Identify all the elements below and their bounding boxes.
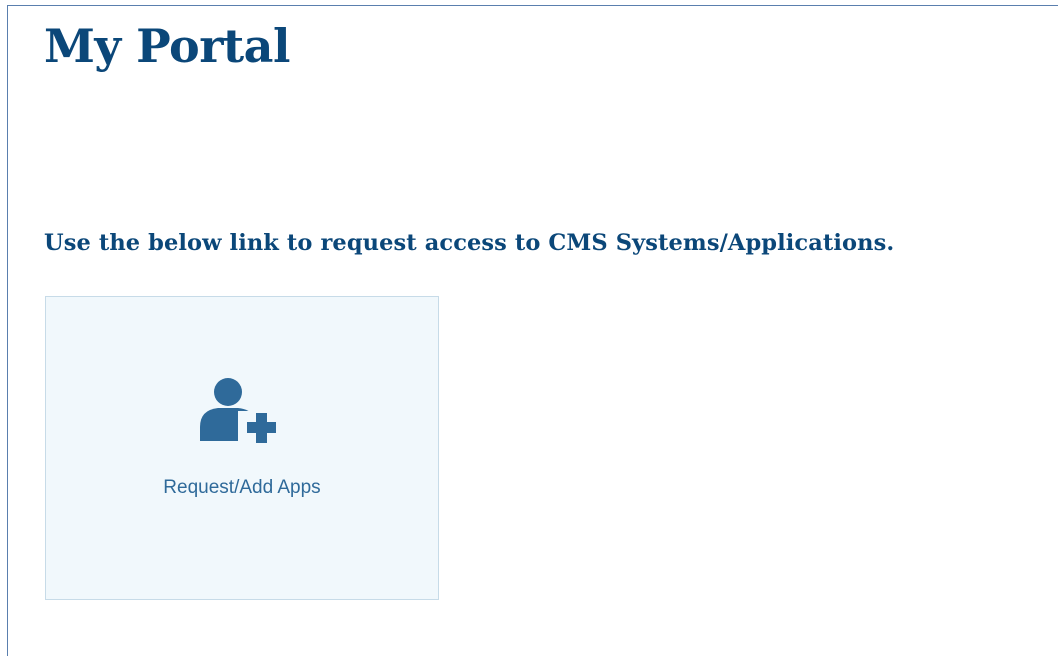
user-add-icon xyxy=(200,378,288,447)
tile-label: Request/Add Apps xyxy=(163,477,321,498)
instruction-text: Use the below link to request access to … xyxy=(44,230,895,256)
portal-panel: My Portal Use the below link to request … xyxy=(7,5,1058,656)
page-title: My Portal xyxy=(44,19,290,73)
request-add-apps-tile[interactable]: Request/Add Apps xyxy=(45,296,439,600)
